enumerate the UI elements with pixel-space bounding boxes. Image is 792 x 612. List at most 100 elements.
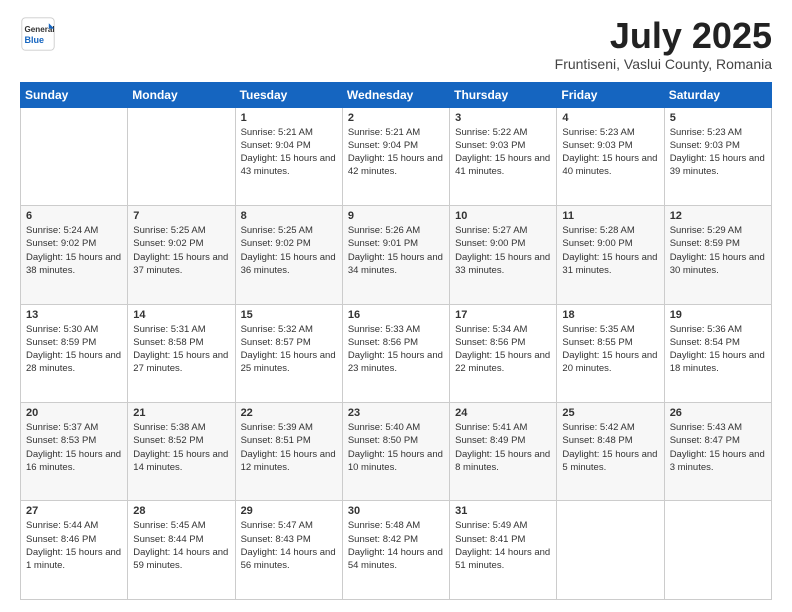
day-number: 31 [455, 505, 551, 517]
weekday-header: Tuesday [235, 82, 342, 107]
calendar-body: 1 Sunrise: 5:21 AMSunset: 9:04 PMDaylight… [21, 107, 772, 599]
header: General Blue July 2025 Fruntiseni, Vaslu… [20, 16, 772, 72]
day-info: Sunrise: 5:26 AMSunset: 9:01 PMDaylight:… [348, 224, 444, 277]
day-info: Sunrise: 5:49 AMSunset: 8:41 PMDaylight:… [455, 519, 551, 572]
day-info: Sunrise: 5:42 AMSunset: 8:48 PMDaylight:… [562, 421, 658, 474]
calendar-cell: 16Sunrise: 5:33 AMSunset: 8:56 PMDayligh… [342, 304, 449, 402]
day-info: Sunrise: 5:23 AMSunset: 9:03 PMDaylight:… [562, 126, 658, 179]
day-number: 10 [455, 210, 551, 222]
day-info: Sunrise: 5:21 AMSunset: 9:04 PMDaylight:… [348, 126, 444, 179]
day-number: 23 [348, 407, 444, 419]
day-number: 22 [241, 407, 337, 419]
calendar-week-row: 13 Sunrise: 5:30 AMSunset: 8:59 PMDayligh… [21, 304, 772, 402]
calendar: SundayMondayTuesdayWednesdayThursdayFrid… [20, 82, 772, 600]
calendar-header-row: SundayMondayTuesdayWednesdayThursdayFrid… [21, 82, 772, 107]
svg-text:Blue: Blue [25, 35, 45, 45]
day-number: 25 [562, 407, 658, 419]
day-info: Sunrise: 5:33 AMSunset: 8:56 PMDaylight:… [348, 323, 444, 376]
day-number: 30 [348, 505, 444, 517]
day-number: 20 [26, 407, 122, 419]
day-info: Sunrise: 5:22 AMSunset: 9:03 PMDaylight:… [455, 126, 551, 179]
weekday-header: Monday [128, 82, 235, 107]
calendar-cell: 12 Sunrise: 5:29 AMSunset: 8:59 PMDayligh… [664, 206, 771, 304]
calendar-cell: 26 Sunrise: 5:43 AMSunset: 8:47 PMDayligh… [664, 403, 771, 501]
day-info: Sunrise: 5:30 AMSunset: 8:59 PMDaylight:… [26, 323, 122, 376]
calendar-cell [557, 501, 664, 600]
day-info: Sunrise: 5:23 AMSunset: 9:03 PMDaylight:… [670, 126, 766, 179]
day-number: 4 [562, 112, 658, 124]
day-number: 21 [133, 407, 229, 419]
calendar-cell: 5Sunrise: 5:23 AMSunset: 9:03 PMDaylight… [664, 107, 771, 205]
day-number: 26 [670, 407, 766, 419]
day-number: 8 [241, 210, 337, 222]
day-number: 14 [133, 309, 229, 321]
weekday-header: Thursday [450, 82, 557, 107]
calendar-cell: 21Sunrise: 5:38 AMSunset: 8:52 PMDayligh… [128, 403, 235, 501]
logo-icon: General Blue [20, 16, 56, 52]
day-number: 1 [241, 112, 337, 124]
day-info: Sunrise: 5:27 AMSunset: 9:00 PMDaylight:… [455, 224, 551, 277]
calendar-week-row: 20Sunrise: 5:37 AMSunset: 8:53 PMDayligh… [21, 403, 772, 501]
calendar-cell: 18Sunrise: 5:35 AMSunset: 8:55 PMDayligh… [557, 304, 664, 402]
calendar-cell: 28 Sunrise: 5:45 AMSunset: 8:44 PMDayligh… [128, 501, 235, 600]
day-number: 3 [455, 112, 551, 124]
month-title: July 2025 [555, 16, 772, 56]
day-info: Sunrise: 5:32 AMSunset: 8:57 PMDaylight:… [241, 323, 337, 376]
weekday-header: Saturday [664, 82, 771, 107]
calendar-cell: 19Sunrise: 5:36 AMSunset: 8:54 PMDayligh… [664, 304, 771, 402]
calendar-cell: 11Sunrise: 5:28 AMSunset: 9:00 PMDayligh… [557, 206, 664, 304]
calendar-cell: 31 Sunrise: 5:49 AMSunset: 8:41 PMDayligh… [450, 501, 557, 600]
calendar-cell: 3 Sunrise: 5:22 AMSunset: 9:03 PMDaylight… [450, 107, 557, 205]
calendar-cell: 23Sunrise: 5:40 AMSunset: 8:50 PMDayligh… [342, 403, 449, 501]
day-info: Sunrise: 5:48 AMSunset: 8:42 PMDaylight:… [348, 519, 444, 572]
calendar-cell: 15 Sunrise: 5:32 AMSunset: 8:57 PMDayligh… [235, 304, 342, 402]
day-number: 28 [133, 505, 229, 517]
calendar-week-row: 6 Sunrise: 5:24 AMSunset: 9:02 PMDaylight… [21, 206, 772, 304]
calendar-cell: 9 Sunrise: 5:26 AMSunset: 9:01 PMDaylight… [342, 206, 449, 304]
day-number: 19 [670, 309, 766, 321]
calendar-cell: 4 Sunrise: 5:23 AMSunset: 9:03 PMDaylight… [557, 107, 664, 205]
day-info: Sunrise: 5:39 AMSunset: 8:51 PMDaylight:… [241, 421, 337, 474]
day-info: Sunrise: 5:45 AMSunset: 8:44 PMDaylight:… [133, 519, 229, 572]
day-number: 29 [241, 505, 337, 517]
calendar-cell: 6 Sunrise: 5:24 AMSunset: 9:02 PMDaylight… [21, 206, 128, 304]
location: Fruntiseni, Vaslui County, Romania [555, 56, 772, 72]
day-number: 15 [241, 309, 337, 321]
day-info: Sunrise: 5:44 AMSunset: 8:46 PMDaylight:… [26, 519, 122, 572]
day-info: Sunrise: 5:28 AMSunset: 9:00 PMDaylight:… [562, 224, 658, 277]
calendar-cell: 14 Sunrise: 5:31 AMSunset: 8:58 PMDayligh… [128, 304, 235, 402]
day-number: 7 [133, 210, 229, 222]
day-number: 2 [348, 112, 444, 124]
day-info: Sunrise: 5:41 AMSunset: 8:49 PMDaylight:… [455, 421, 551, 474]
title-block: July 2025 Fruntiseni, Vaslui County, Rom… [555, 16, 772, 72]
calendar-cell: 30 Sunrise: 5:48 AMSunset: 8:42 PMDayligh… [342, 501, 449, 600]
calendar-cell [128, 107, 235, 205]
calendar-cell [21, 107, 128, 205]
page: General Blue July 2025 Fruntiseni, Vaslu… [0, 0, 792, 612]
day-number: 24 [455, 407, 551, 419]
calendar-cell [664, 501, 771, 600]
calendar-cell: 20Sunrise: 5:37 AMSunset: 8:53 PMDayligh… [21, 403, 128, 501]
day-info: Sunrise: 5:31 AMSunset: 8:58 PMDaylight:… [133, 323, 229, 376]
day-number: 17 [455, 309, 551, 321]
calendar-cell: 8 Sunrise: 5:25 AMSunset: 9:02 PMDaylight… [235, 206, 342, 304]
calendar-cell: 2 Sunrise: 5:21 AMSunset: 9:04 PMDaylight… [342, 107, 449, 205]
day-info: Sunrise: 5:43 AMSunset: 8:47 PMDaylight:… [670, 421, 766, 474]
weekday-header: Wednesday [342, 82, 449, 107]
weekday-header: Friday [557, 82, 664, 107]
day-number: 12 [670, 210, 766, 222]
calendar-cell: 7Sunrise: 5:25 AMSunset: 9:02 PMDaylight… [128, 206, 235, 304]
calendar-cell: 27 Sunrise: 5:44 AMSunset: 8:46 PMDayligh… [21, 501, 128, 600]
day-number: 6 [26, 210, 122, 222]
day-number: 13 [26, 309, 122, 321]
day-number: 27 [26, 505, 122, 517]
day-number: 18 [562, 309, 658, 321]
calendar-cell: 13 Sunrise: 5:30 AMSunset: 8:59 PMDayligh… [21, 304, 128, 402]
calendar-cell: 25 Sunrise: 5:42 AMSunset: 8:48 PMDayligh… [557, 403, 664, 501]
day-info: Sunrise: 5:29 AMSunset: 8:59 PMDaylight:… [670, 224, 766, 277]
calendar-cell: 24 Sunrise: 5:41 AMSunset: 8:49 PMDayligh… [450, 403, 557, 501]
day-info: Sunrise: 5:21 AMSunset: 9:04 PMDaylight:… [241, 126, 337, 179]
day-number: 9 [348, 210, 444, 222]
day-info: Sunrise: 5:25 AMSunset: 9:02 PMDaylight:… [241, 224, 337, 277]
day-info: Sunrise: 5:24 AMSunset: 9:02 PMDaylight:… [26, 224, 122, 277]
